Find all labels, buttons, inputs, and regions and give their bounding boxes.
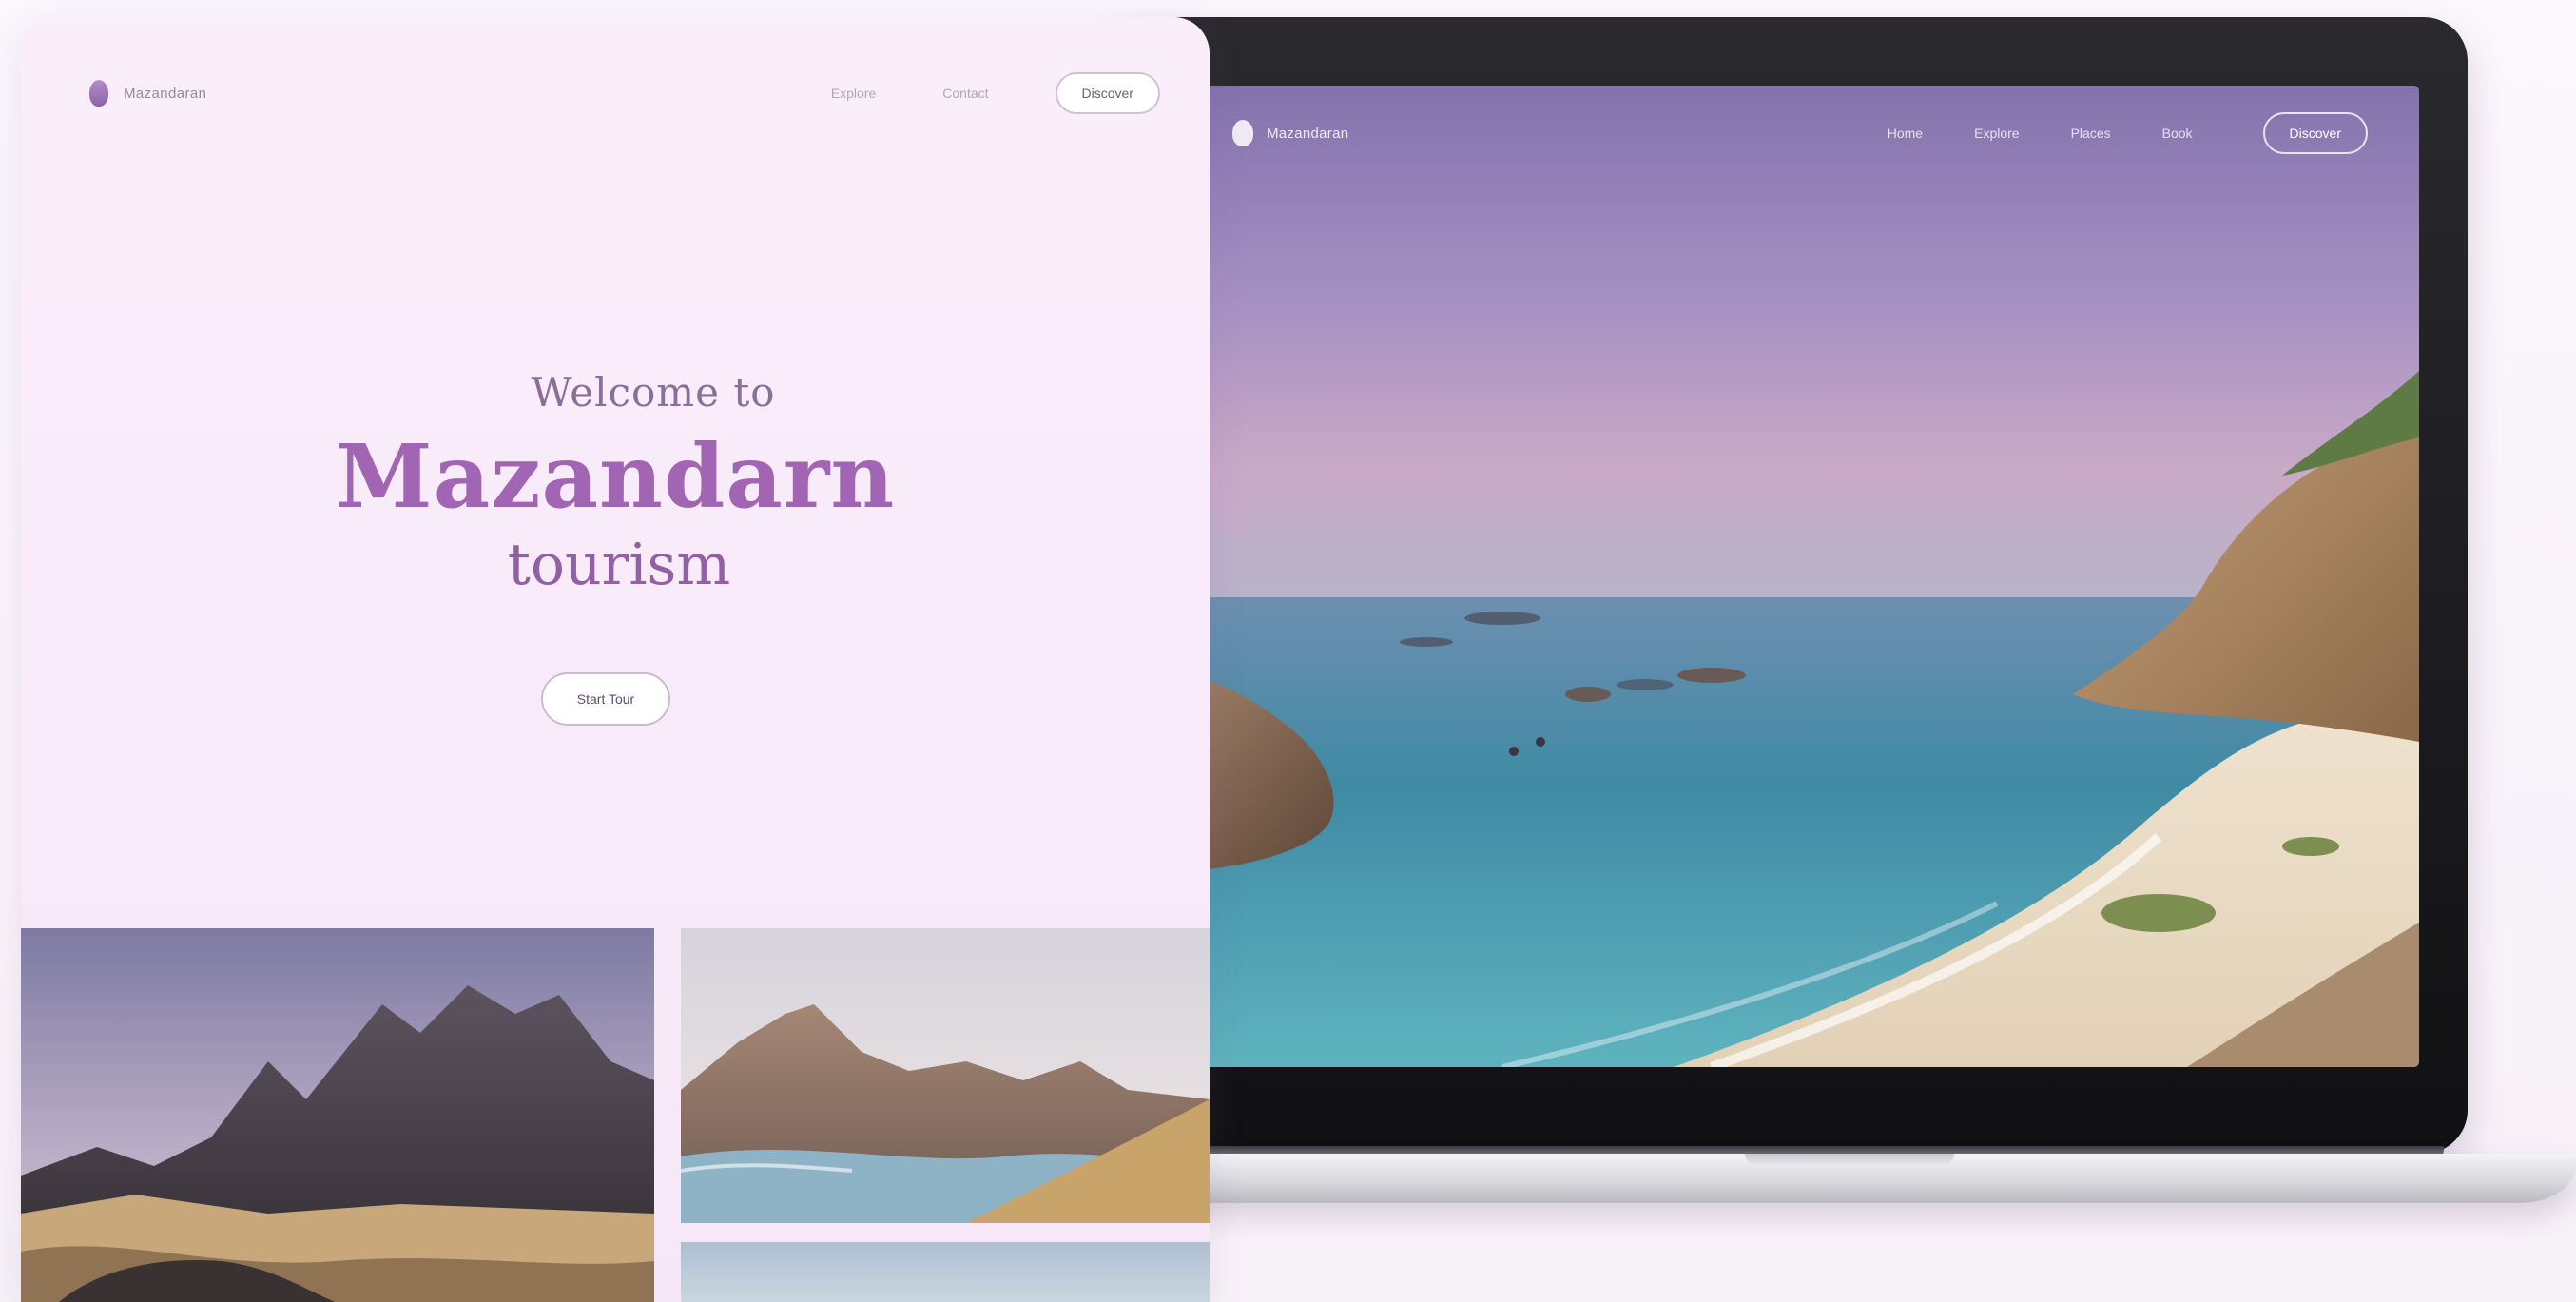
water-image[interactable] (681, 1242, 1210, 1302)
leaf-icon (89, 80, 108, 107)
laptop-screen: Mazandaran Home Explore Places Book Disc… (1141, 86, 2419, 1067)
laptop-base (1122, 1154, 2576, 1203)
laptop-nav-book[interactable]: Book (2162, 126, 2193, 141)
laptop-site-nav-links: Home Explore Places Book Discover (1888, 112, 2368, 154)
hero-title: Mazandarn (335, 425, 896, 528)
hero-welcome: Welcome to (531, 369, 776, 416)
laptop-site-logo-text: Mazandaran (1267, 125, 1349, 142)
hero-subtitle: tourism (507, 532, 731, 598)
landing-page-card: Mazandaran Explore Contact Discover Welc… (21, 17, 1210, 1302)
landing-nav-discover-button[interactable]: Discover (1055, 72, 1160, 114)
mountain-peaks-image[interactable] (21, 928, 654, 1302)
laptop-site-nav: Mazandaran Home Explore Places Book Disc… (1141, 86, 2419, 181)
laptop-nav-places[interactable]: Places (2071, 126, 2111, 141)
hero-section: Welcome to Mazandarn tourism Start Tour (21, 369, 1210, 726)
laptop-notch (1744, 1154, 1954, 1165)
landing-logo[interactable]: Mazandaran (89, 80, 206, 107)
landing-logo-text: Mazandaran (124, 85, 207, 102)
laptop-nav-explore[interactable]: Explore (1974, 126, 2019, 141)
landing-nav-contact[interactable]: Contact (942, 86, 988, 101)
mountain-lake-illustration (681, 928, 1210, 1223)
laptop-nav-home[interactable]: Home (1888, 126, 1923, 141)
leaf-icon (1232, 120, 1253, 146)
mountain-peaks-illustration (21, 928, 654, 1302)
laptop-nav-discover-button[interactable]: Discover (2262, 112, 2368, 154)
laptop-site-logo[interactable]: Mazandaran (1232, 120, 1348, 146)
landing-nav: Mazandaran Explore Contact Discover (21, 17, 1210, 169)
mountain-lake-image[interactable] (681, 928, 1210, 1223)
landing-nav-explore[interactable]: Explore (831, 86, 876, 101)
water-illustration (681, 1242, 1210, 1302)
coastal-beach-image (1141, 86, 2419, 1067)
landing-nav-links: Explore Contact Discover (831, 72, 1160, 114)
start-tour-button[interactable]: Start Tour (540, 672, 671, 726)
